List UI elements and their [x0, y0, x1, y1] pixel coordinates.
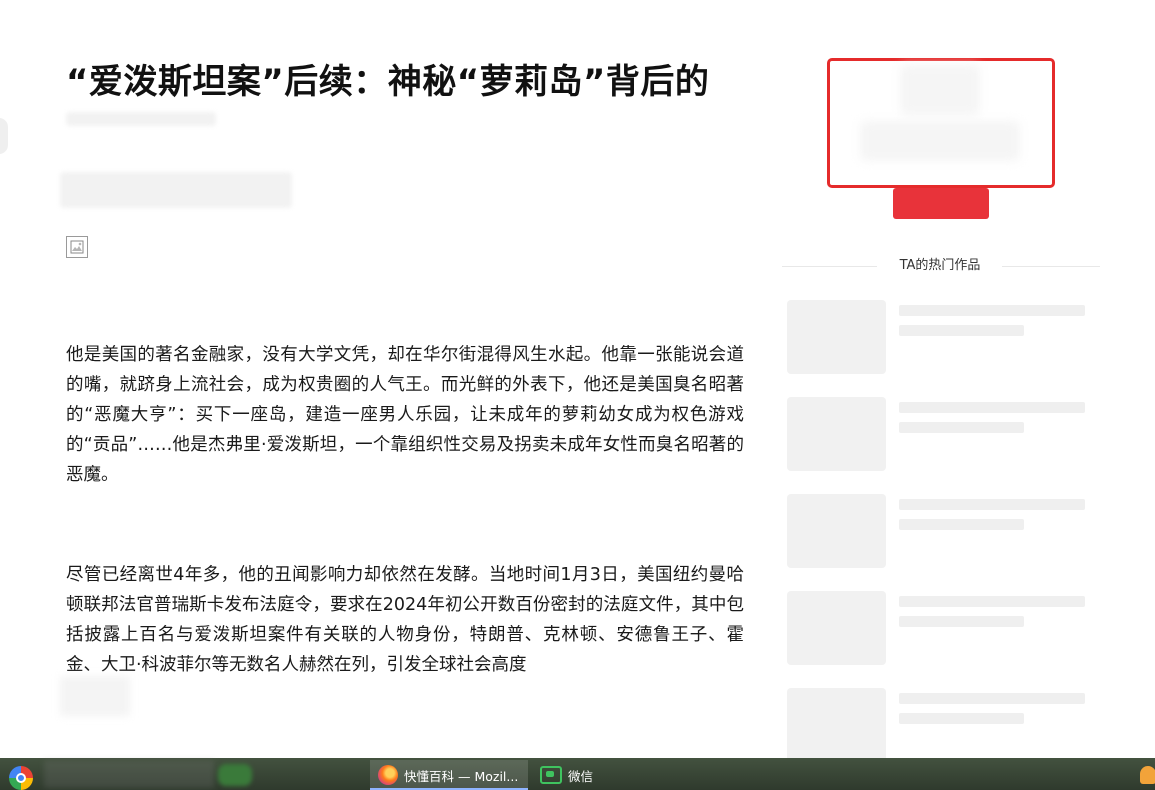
- hot-works-title: TA的热门作品: [899, 258, 981, 273]
- taskbar-search[interactable]: [44, 760, 214, 788]
- sidebar: TA的热门作品: [780, 0, 1155, 762]
- article-source-bar: [60, 172, 292, 208]
- hot-work-thumbnail: [787, 494, 886, 568]
- hot-work-meta-placeholder: [899, 713, 1024, 724]
- article-area: “爱泼斯坦案”后续：神秘“萝莉岛”背后的 他是美国的著名金融家，没有大学文凭，却…: [0, 0, 780, 758]
- hot-work-item[interactable]: [787, 397, 1092, 494]
- article-paragraph: 尽管已经离世4年多，他的丑闻影响力却依然在发酵。当地时间1月3日，美国纽约曼哈顿…: [66, 565, 744, 675]
- author-card[interactable]: [827, 58, 1055, 188]
- divider: [782, 266, 877, 267]
- hot-work-item[interactable]: [787, 494, 1092, 591]
- hot-work-title-placeholder: [899, 693, 1085, 704]
- hot-work-thumbnail: [787, 300, 886, 374]
- taskbar-firefox-window[interactable]: 快懂百科 — Mozil...: [370, 760, 528, 790]
- hot-work-title-placeholder: [899, 402, 1085, 413]
- hot-work-meta-placeholder: [899, 422, 1024, 433]
- start-icon[interactable]: [9, 766, 33, 790]
- broken-image-icon: [66, 236, 88, 258]
- follow-button[interactable]: [893, 188, 989, 219]
- firefox-icon: [378, 765, 398, 785]
- taskbar-wechat-label: 微信: [568, 768, 594, 784]
- side-float-button[interactable]: [0, 118, 8, 154]
- hot-work-meta-placeholder: [899, 616, 1024, 627]
- author-info: [860, 121, 1020, 161]
- article-meta: [66, 112, 216, 126]
- hot-work-item[interactable]: [787, 591, 1092, 688]
- author-avatar: [900, 65, 980, 115]
- hot-work-thumbnail: [787, 688, 886, 762]
- hot-work-meta-placeholder: [899, 519, 1024, 530]
- hot-work-item[interactable]: [787, 300, 1092, 397]
- tray-icon[interactable]: [1140, 766, 1155, 784]
- hot-work-title-placeholder: [899, 305, 1085, 316]
- content-fade: [60, 676, 130, 716]
- hot-work-thumbnail: [787, 591, 886, 665]
- article-title: “爱泼斯坦案”后续：神秘“萝莉岛”背后的: [66, 62, 710, 102]
- article-paragraph: 他是美国的著名金融家，没有大学文凭，却在华尔街混得风生水起。他靠一张能说会道的嘴…: [66, 345, 744, 485]
- taskbar-firefox-label: 快懂百科 — Mozil...: [404, 768, 519, 784]
- wechat-icon: [540, 766, 562, 784]
- taskbar-pinned-app[interactable]: [218, 764, 252, 786]
- hot-work-title-placeholder: [899, 499, 1085, 510]
- taskbar-wechat-window[interactable]: 微信: [532, 760, 652, 790]
- hot-work-title-placeholder: [899, 596, 1085, 607]
- hot-work-meta-placeholder: [899, 325, 1024, 336]
- hot-works-list: [787, 300, 1092, 785]
- hot-work-thumbnail: [787, 397, 886, 471]
- divider: [1002, 266, 1100, 267]
